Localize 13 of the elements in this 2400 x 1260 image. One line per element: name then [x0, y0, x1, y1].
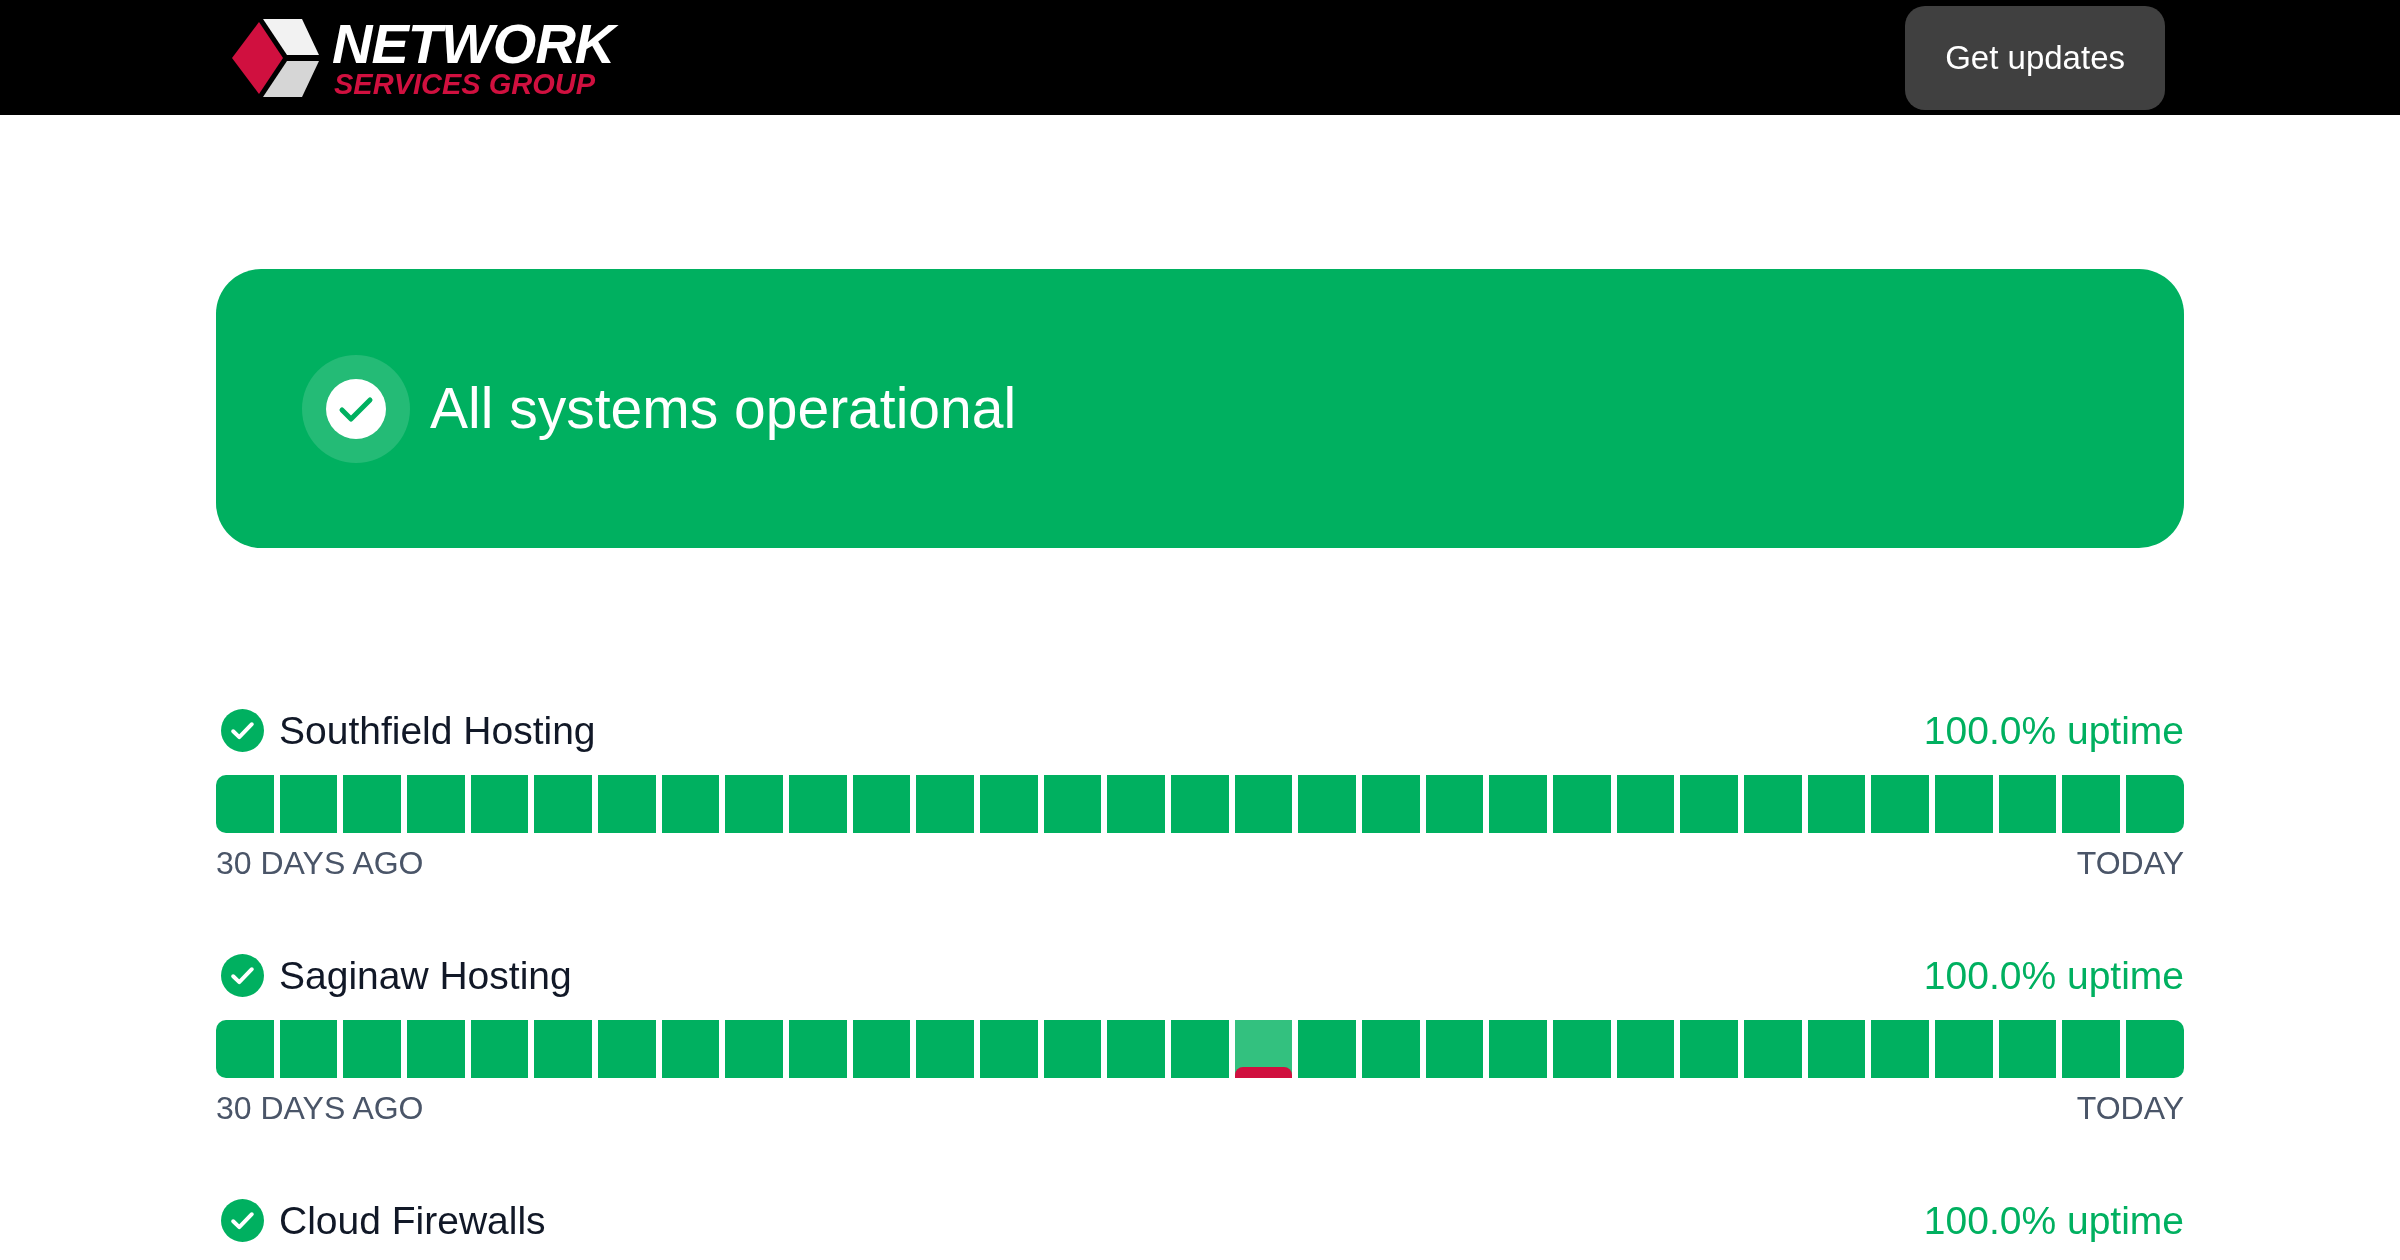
uptime-percentage: 100.0% uptime [1923, 955, 2184, 995]
service-name: Southfield Hosting [279, 710, 596, 750]
range-end-label: TODAY [2076, 1092, 2184, 1124]
service-name: Cloud Firewalls [279, 1200, 546, 1240]
get-updates-button[interactable]: Get updates [1905, 5, 2165, 110]
uptime-percentage: 100.0% uptime [1923, 1200, 2184, 1240]
cube-logo-icon [232, 18, 320, 97]
service-name: Saginaw Hosting [279, 955, 572, 995]
range-end-label: TODAY [2076, 847, 2184, 879]
range-start-label: 30 DAYS AGO [216, 847, 424, 879]
logo-tagline: SERVICES GROUP [334, 69, 597, 98]
range-start-label: 30 DAYS AGO [216, 1092, 424, 1124]
uptime-percentage: 100.0% uptime [1923, 710, 2184, 750]
